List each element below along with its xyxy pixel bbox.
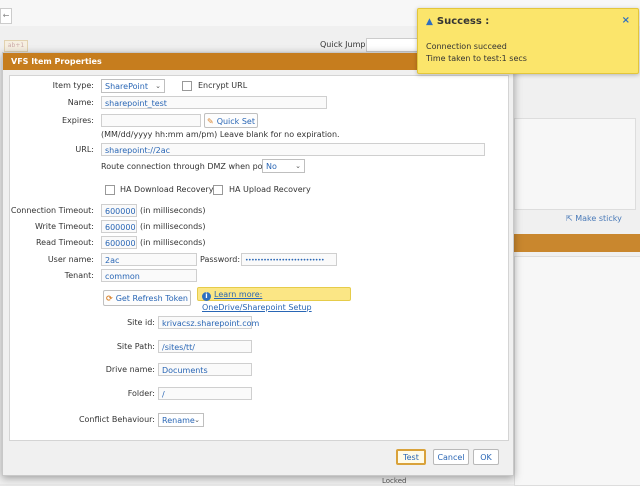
conflict-select[interactable]: Rename ⌄: [158, 413, 204, 427]
cancel-button[interactable]: Cancel: [433, 449, 469, 465]
site-id-label: Site id:: [127, 318, 155, 327]
wrench-icon: ✎: [206, 117, 214, 126]
chevron-down-icon: ⌄: [295, 162, 301, 170]
conflict-value: Rename: [162, 416, 195, 425]
quick-set-button[interactable]: ✎ Quick Set: [204, 113, 258, 128]
expires-input[interactable]: [101, 114, 201, 127]
dmz-value: No: [266, 162, 277, 171]
username-label: User name:: [47, 255, 94, 264]
encrypt-url-checkbox[interactable]: [182, 81, 192, 91]
get-refresh-token-label: Get Refresh Token: [115, 294, 189, 303]
username-input[interactable]: 2ac: [101, 253, 197, 266]
ha-upload-checkbox[interactable]: [213, 185, 223, 195]
toast-message-line: Connection succeed: [426, 42, 507, 51]
make-sticky-link[interactable]: ⇱ Make sticky: [566, 214, 622, 223]
success-toast: ▲ Success : × Connection succeed Time tak…: [417, 8, 639, 74]
learn-more-link[interactable]: Learn more: OneDrive/Sharepoint Setup: [202, 290, 312, 312]
expires-hint: (MM/dd/yyyy hh:mm am/pm) Leave blank for…: [101, 130, 340, 139]
item-type-label: Item type:: [52, 81, 94, 90]
connection-timeout-input[interactable]: 600000: [101, 204, 137, 217]
toast-message-line: Time taken to test:1 secs: [426, 54, 527, 63]
chevron-down-icon: ⌄: [155, 82, 161, 90]
info-icon: i: [202, 292, 211, 301]
get-refresh-token-button[interactable]: ⟳ Get Refresh Token: [103, 290, 191, 306]
warning-icon: ▲: [426, 17, 433, 27]
back-arrow-icon[interactable]: ←: [0, 8, 12, 24]
site-path-label: Site Path:: [116, 342, 155, 351]
read-timeout-input[interactable]: 600000: [101, 236, 137, 249]
background-section-header: [514, 234, 640, 252]
background-box: [514, 256, 640, 486]
background-box: [514, 118, 636, 210]
encrypt-url-label: Encrypt URL: [198, 81, 248, 90]
test-button[interactable]: Test: [396, 449, 426, 465]
connection-timeout-unit: (in milliseconds): [140, 206, 206, 215]
quick-jump-label: Quick Jump:: [320, 40, 369, 49]
name-input[interactable]: sharepoint_test: [101, 96, 327, 109]
write-timeout-unit: (in milliseconds): [140, 222, 206, 231]
write-timeout-input[interactable]: 600000: [101, 220, 137, 233]
refresh-icon: ⟳: [105, 294, 113, 303]
site-path-input[interactable]: /sites/tt/: [158, 340, 252, 353]
conflict-label: Conflict Behaviour:: [78, 415, 155, 424]
connection-timeout-label: Connection Timeout:: [10, 206, 94, 215]
password-input[interactable]: ••••••••••••••••••••••••••: [241, 253, 337, 266]
url-label: URL:: [75, 145, 94, 154]
password-label: Password:: [200, 255, 241, 264]
ha-download-checkbox[interactable]: [105, 185, 115, 195]
chevron-down-icon: ⌄: [194, 416, 200, 424]
vfs-item-properties-dialog: VFS Item Properties Item type: SharePoin…: [2, 52, 514, 476]
tenant-input[interactable]: common: [101, 269, 197, 282]
read-timeout-label: Read Timeout:: [35, 238, 94, 247]
tenant-label: Tenant:: [64, 271, 94, 280]
item-type-select[interactable]: SharePoint ⌄: [101, 79, 165, 93]
name-label: Name:: [67, 98, 94, 107]
drive-name-label: Drive name:: [105, 365, 155, 374]
toast-title-text: Success :: [436, 16, 490, 27]
quick-set-label: Quick Set: [216, 117, 255, 126]
ok-button[interactable]: OK: [473, 449, 499, 465]
ha-upload-label: HA Upload Recovery: [229, 185, 311, 194]
dialog-body: Item type: SharePoint ⌄ Encrypt URL Name…: [9, 75, 509, 441]
ha-download-label: HA Download Recovery: [120, 185, 214, 194]
site-id-input[interactable]: krivacsz.sharepoint.com: [158, 316, 259, 329]
close-icon[interactable]: ×: [622, 15, 630, 26]
dmz-label: Route connection through DMZ when possib…: [101, 162, 289, 171]
folder-label: Folder:: [127, 389, 155, 398]
make-sticky-label: Make sticky: [575, 214, 622, 223]
toast-title: ▲ Success :: [426, 16, 489, 27]
learn-more-banner[interactable]: i Learn more: OneDrive/Sharepoint Setup: [197, 287, 351, 312]
background-tag: ab+1: [4, 40, 28, 52]
write-timeout-label: Write Timeout:: [34, 222, 94, 231]
drive-name-input[interactable]: Documents: [158, 363, 252, 376]
folder-input[interactable]: /: [158, 387, 252, 400]
expires-label: Expires:: [62, 116, 94, 125]
item-type-value: SharePoint: [105, 82, 148, 91]
url-input[interactable]: sharepoint://2ac: [101, 143, 485, 156]
read-timeout-unit: (in milliseconds): [140, 238, 206, 247]
dmz-select[interactable]: No ⌄: [262, 159, 305, 173]
